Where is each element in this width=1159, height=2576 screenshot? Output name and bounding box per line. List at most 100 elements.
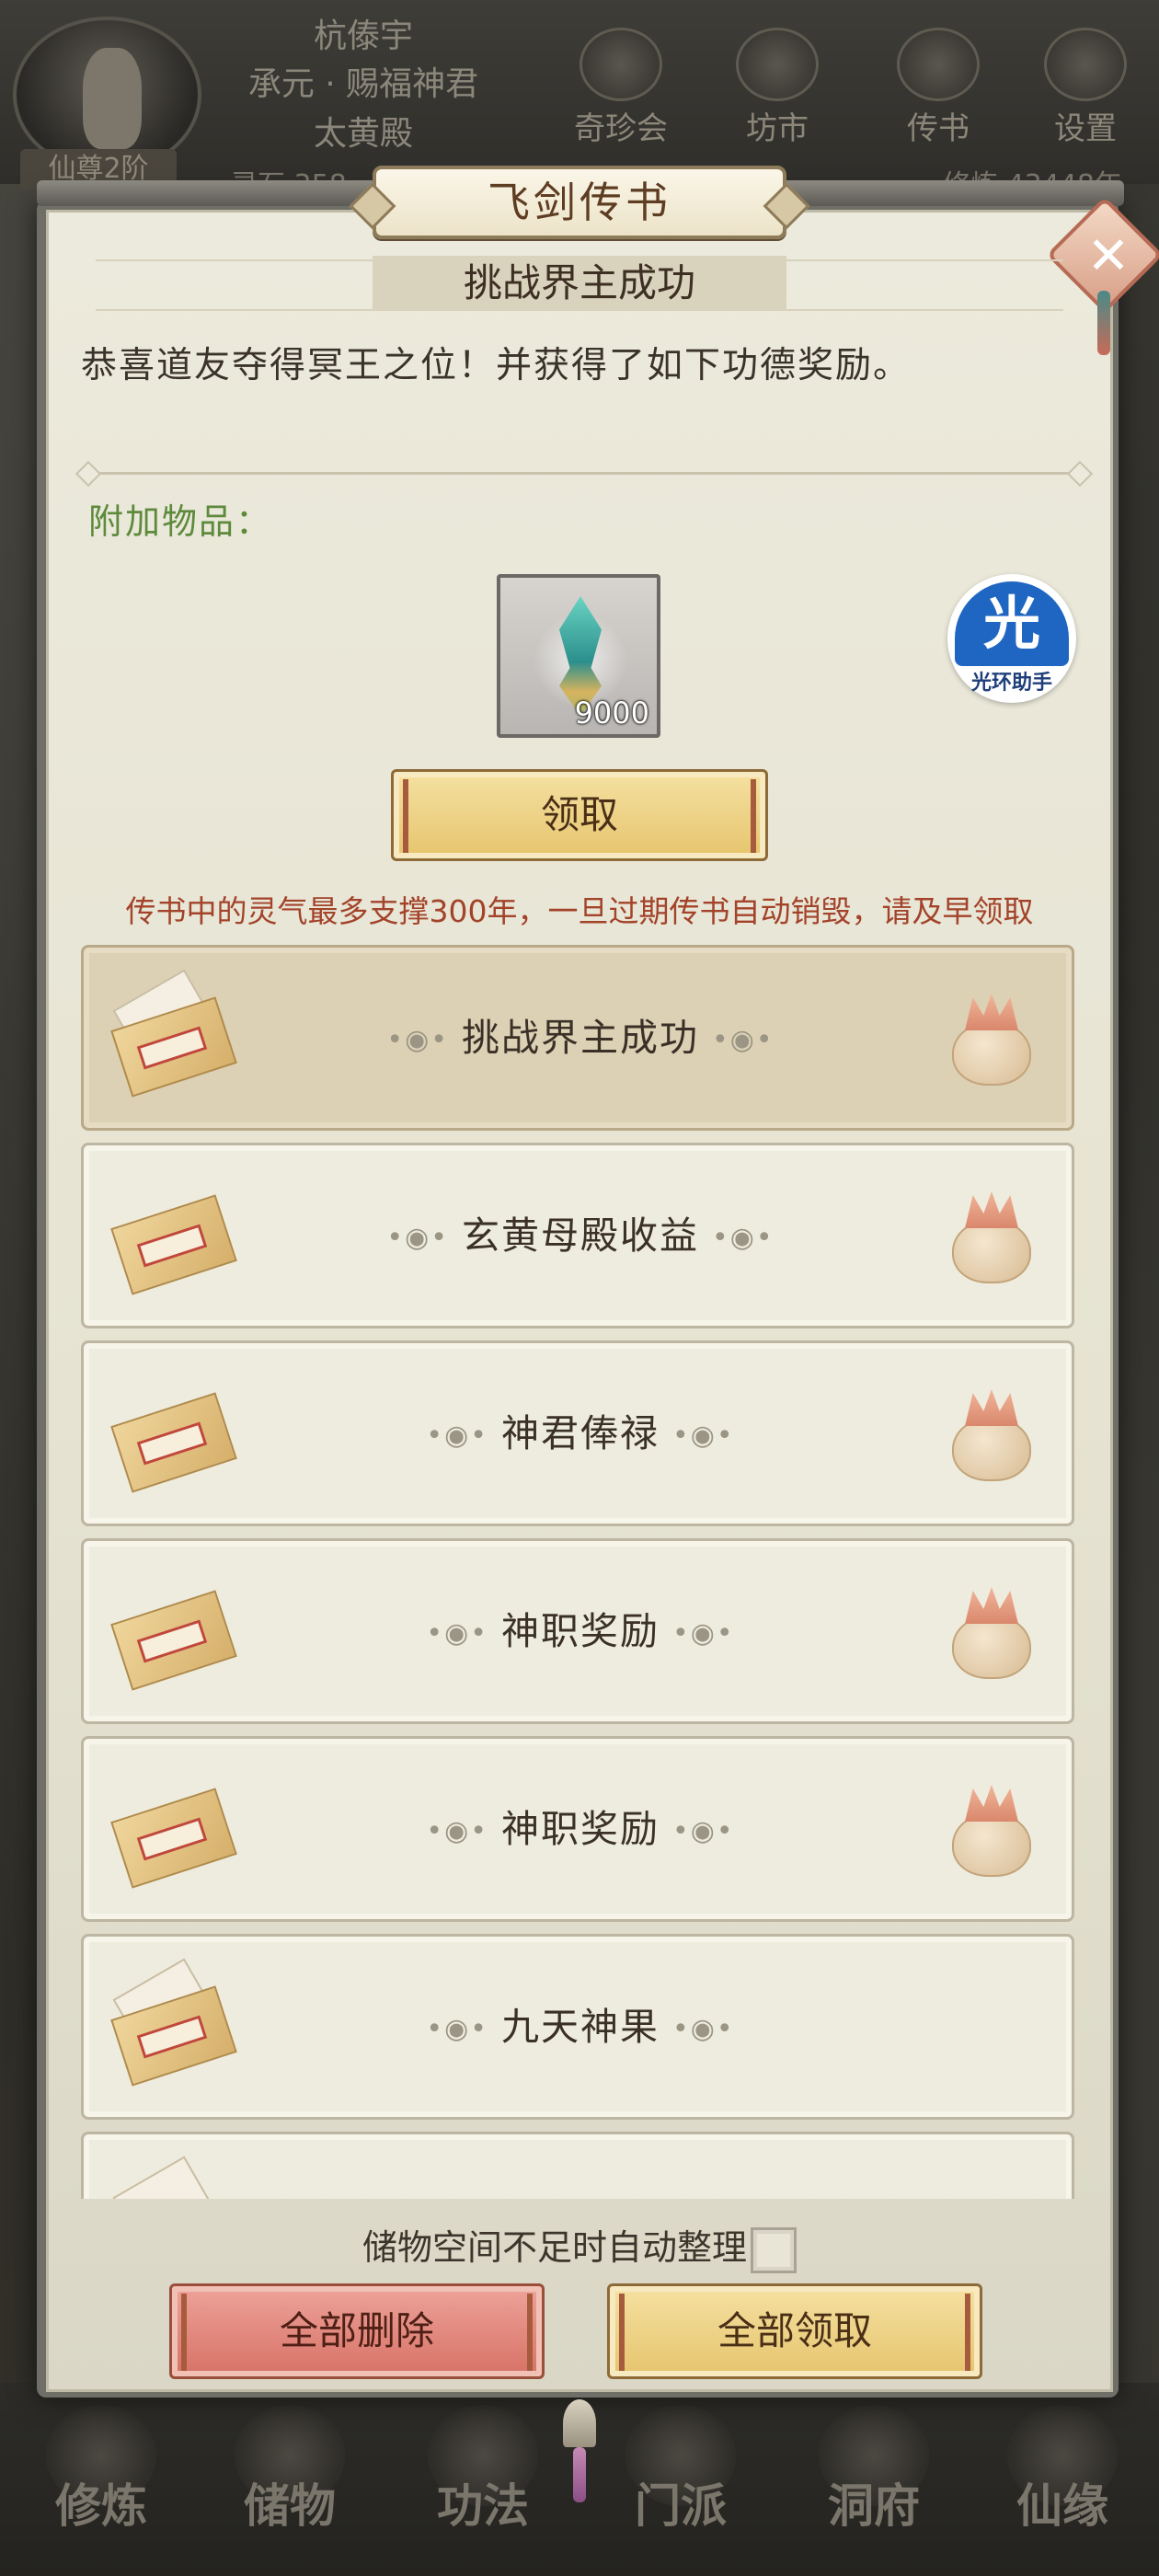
mail-title-wrap: •◉• 神职奖励 •◉• bbox=[258, 1541, 902, 1721]
pouch-tie bbox=[965, 1191, 1018, 1228]
mail-title-wrap: •◉• 神职奖励 •◉• bbox=[258, 1739, 902, 1919]
market-label: 坊市 bbox=[746, 110, 809, 147]
helper-badge-label: 光环助手 bbox=[970, 672, 1052, 695]
mail-icon bbox=[897, 28, 980, 101]
market-button[interactable]: 坊市 bbox=[727, 28, 828, 147]
reward-pouch-icon bbox=[952, 1785, 1031, 1877]
envelope-icon bbox=[110, 1776, 237, 1889]
settings-button[interactable]: 设置 bbox=[1035, 28, 1136, 147]
ornament-right-icon: •◉• bbox=[672, 1617, 735, 1650]
pouch-body bbox=[952, 1021, 1031, 1086]
player-name: 杭傣宇 bbox=[313, 17, 413, 55]
mail-row-partial[interactable] bbox=[81, 2132, 1074, 2199]
mail-row[interactable]: •◉• 神君俸禄 •◉• bbox=[81, 1340, 1074, 1526]
nav-storage[interactable]: 储物 bbox=[216, 2405, 363, 2536]
ornament-right-icon: •◉• bbox=[672, 1815, 735, 1847]
nav-techniques[interactable]: 功法 bbox=[409, 2405, 557, 2536]
mail-label: 传书 bbox=[907, 110, 970, 147]
treasure-pavilion-icon bbox=[580, 28, 662, 101]
claim-all-button[interactable]: 全部领取 bbox=[607, 2283, 982, 2379]
ornament-left-icon: •◉• bbox=[426, 1617, 488, 1650]
nav-cultivate[interactable]: 修炼 bbox=[28, 2405, 175, 2536]
reward-pouch-icon bbox=[952, 1389, 1031, 1481]
ornament-right-icon: •◉• bbox=[672, 1420, 735, 1452]
gear-icon bbox=[1044, 28, 1127, 101]
mail-title: 神君俸禄 bbox=[501, 1411, 660, 1455]
mail-title: 玄黄母殿收益 bbox=[462, 1213, 699, 1258]
treasure-pavilion-button[interactable]: 奇珍会 bbox=[570, 28, 671, 147]
pouch-tie bbox=[965, 1587, 1018, 1624]
delete-all-button[interactable]: 全部删除 bbox=[169, 2283, 545, 2379]
auto-sort-checkbox[interactable] bbox=[751, 2226, 797, 2273]
mail-subject: 挑战界主成功 bbox=[373, 256, 786, 311]
mail-title: 神职奖励 bbox=[501, 1609, 660, 1653]
mail-list[interactable]: •◉• 挑战界主成功 •◉• •◉• 玄黄母殿收益 •◉• •◉• 神君俸禄 •◉• bbox=[79, 938, 1080, 2199]
dialog-title: 飞剑传书 bbox=[373, 166, 786, 239]
top-hud: 仙尊2阶 杭傣宇 承元 · 赐福神君 太黄殿 奇珍会 坊市 传书 设置 修炼 4… bbox=[0, 0, 1159, 201]
envelope-icon bbox=[110, 1578, 237, 1691]
mail-title: 挑战界主成功 bbox=[462, 1016, 699, 1060]
nav-sect[interactable]: 门派 bbox=[607, 2405, 754, 2536]
mail-row[interactable]: •◉• 神职奖励 •◉• bbox=[81, 1736, 1074, 1922]
mail-row[interactable]: •◉• 九天神果 •◉• bbox=[81, 1934, 1074, 2120]
ornament-left-icon: •◉• bbox=[426, 2013, 488, 2045]
settings-label: 设置 bbox=[1054, 110, 1117, 147]
mail-title: 九天神果 bbox=[501, 2005, 660, 2049]
ornament-right-icon: •◉• bbox=[672, 2013, 735, 2045]
mail-row[interactable]: •◉• 神职奖励 •◉• bbox=[81, 1538, 1074, 1724]
ornament-left-icon: •◉• bbox=[386, 1222, 449, 1254]
mail-title-wrap: •◉• 神君俸禄 •◉• bbox=[258, 1343, 902, 1524]
mail-row[interactable]: •◉• 挑战界主成功 •◉• bbox=[81, 945, 1074, 1131]
item-quantity: 9000 bbox=[574, 696, 649, 730]
opened-letter-icon bbox=[110, 1958, 237, 2087]
close-icon[interactable]: ✕ bbox=[1076, 224, 1141, 289]
envelope-icon bbox=[110, 1182, 237, 1295]
nav-cultivate-label: 修炼 bbox=[55, 2478, 147, 2533]
player-title: 承元 · 赐福神君 bbox=[247, 65, 479, 103]
ornament-left-icon: •◉• bbox=[426, 1420, 488, 1452]
opened-letter-icon bbox=[110, 969, 237, 1098]
mail-message: 恭喜道友夺得冥王之位！并获得了如下功德奖励。 bbox=[81, 345, 912, 386]
mail-row[interactable]: •◉• 玄黄母殿收益 •◉• bbox=[81, 1143, 1074, 1328]
bell-ornament-icon bbox=[563, 2399, 596, 2447]
nav-sect-label: 门派 bbox=[635, 2478, 727, 2533]
auto-sort-label: 储物空间不足时自动整理 bbox=[361, 2227, 747, 2268]
ornament-right-icon: •◉• bbox=[712, 1024, 775, 1056]
nav-fate[interactable]: 仙缘 bbox=[989, 2405, 1136, 2536]
auto-sort-option: 储物空间不足时自动整理 bbox=[0, 2219, 1159, 2273]
helper-badge[interactable]: 光 光环助手 bbox=[947, 574, 1076, 703]
pouch-body bbox=[952, 1615, 1031, 1679]
nav-techniques-label: 功法 bbox=[437, 2478, 529, 2533]
mail-title-wrap: •◉• 九天神果 •◉• bbox=[258, 1937, 902, 2117]
nav-cave-label: 洞府 bbox=[828, 2478, 920, 2533]
mail-title: 神职奖励 bbox=[501, 1807, 660, 1851]
nav-fate-label: 仙缘 bbox=[1016, 2478, 1108, 2533]
mail-title-wrap: •◉• 玄黄母殿收益 •◉• bbox=[258, 1145, 902, 1326]
ornament-right-icon: •◉• bbox=[712, 1222, 775, 1254]
market-icon bbox=[736, 28, 819, 101]
avatar-portrait bbox=[83, 48, 142, 149]
pouch-tie bbox=[965, 1785, 1018, 1822]
expire-note: 传书中的灵气最多支撑300年，一旦过期传书自动销毁，请及早领取 bbox=[125, 893, 1034, 929]
envelope-icon bbox=[110, 1380, 237, 1493]
nav-cave[interactable]: 洞府 bbox=[800, 2405, 947, 2536]
treasure-pavilion-label: 奇珍会 bbox=[574, 110, 668, 147]
opened-letter-icon bbox=[112, 2156, 229, 2199]
helper-badge-glyph: 光 bbox=[955, 581, 1069, 666]
player-hall: 太黄殿 bbox=[313, 115, 413, 153]
bell-tassel bbox=[573, 2447, 586, 2502]
mail-title-wrap: •◉• 挑战界主成功 •◉• bbox=[258, 948, 902, 1128]
claim-button[interactable]: 领取 bbox=[391, 769, 768, 861]
pouch-body bbox=[952, 1417, 1031, 1481]
reward-pouch-icon bbox=[952, 1587, 1031, 1679]
reward-pouch-icon bbox=[952, 994, 1031, 1086]
attachment-item-slot[interactable]: 9000 bbox=[497, 574, 660, 738]
nav-storage-label: 储物 bbox=[244, 2478, 336, 2533]
pouch-tie bbox=[965, 1389, 1018, 1426]
mail-button[interactable]: 传书 bbox=[888, 28, 989, 147]
ornament-left-icon: •◉• bbox=[386, 1024, 449, 1056]
pouch-body bbox=[952, 1812, 1031, 1877]
ornament-left-icon: •◉• bbox=[426, 1815, 488, 1847]
section-divider bbox=[83, 472, 1085, 475]
tassel-ornament bbox=[1097, 291, 1110, 355]
